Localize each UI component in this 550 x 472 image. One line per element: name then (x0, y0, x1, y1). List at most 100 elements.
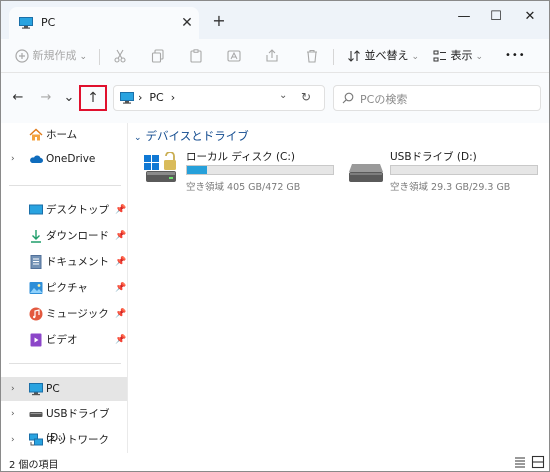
sort-icon (348, 50, 360, 62)
chevron-down-icon: ⌄ (134, 133, 142, 143)
view-button[interactable]: 表示 ⌄ (433, 45, 483, 67)
view-icon (433, 50, 446, 62)
sidebar-item-label: ホーム (46, 129, 78, 141)
sidebar-item-label: ドキュメント (46, 256, 109, 268)
item-count: 2 個の項目 (9, 460, 59, 471)
chevron-down-icon: ⌄ (411, 52, 420, 62)
search-input[interactable]: PCの検索 (360, 91, 407, 107)
back-button[interactable]: ← (8, 88, 28, 108)
drive-usage-bar (390, 165, 538, 175)
address-bar[interactable]: › PC › ⌄ (113, 85, 325, 111)
forward-button[interactable]: → (36, 88, 56, 108)
sidebar-item-documents[interactable]: ドキュメント 📌 (1, 250, 127, 274)
sidebar-item-usb-drive[interactable]: › USBドライブ (D:) (1, 402, 127, 444)
group-title: デバイスとドライブ (145, 129, 249, 143)
breadcrumb-pc[interactable]: PC (149, 91, 163, 104)
pin-icon[interactable]: 📌 (115, 328, 126, 352)
drive-usage-fill (187, 166, 208, 174)
plus-circle-icon (15, 49, 29, 63)
pin-icon[interactable]: 📌 (115, 250, 126, 274)
expand-chevron-icon[interactable]: › (11, 377, 15, 401)
delete-icon[interactable] (305, 49, 319, 63)
content-area: ⌄ デバイスとドライブ ローカル ディスク (C:) 空き領域 405 GB/47… (128, 123, 549, 453)
sort-button[interactable]: 並べ替え ⌄ (347, 45, 419, 67)
videos-icon (30, 333, 42, 347)
view-button-label: 表示 (450, 49, 473, 62)
expand-chevron-icon[interactable]: › (11, 402, 15, 426)
sidebar-item-home[interactable]: ホーム (1, 123, 127, 147)
pin-icon[interactable]: 📌 (115, 302, 126, 326)
more-options-button[interactable]: ••• (505, 45, 526, 67)
new-button[interactable]: 新規作成 ⌄ (15, 45, 87, 67)
expand-chevron-icon[interactable]: › (11, 428, 15, 452)
new-button-label: 新規作成 (32, 49, 77, 62)
refresh-button[interactable]: ↻ (301, 90, 311, 104)
divider (333, 49, 334, 65)
address-dropdown-icon[interactable]: ⌄ (279, 90, 287, 101)
search-icon (342, 92, 354, 104)
command-bar: 新規作成 ⌄ 並べ替え ⌄ 表示 ⌄ ••• (1, 39, 549, 73)
new-tab-button[interactable]: + (209, 11, 229, 31)
sidebar-item-label: OneDrive (46, 153, 96, 165)
network-icon (29, 433, 43, 446)
pin-icon[interactable]: 📌 (115, 198, 126, 222)
music-icon (29, 307, 43, 321)
drive-item-d[interactable]: USBドライブ (D:) 空き領域 29.3 GB/29.3 GB (348, 149, 548, 195)
sidebar-item-label: PC (46, 383, 60, 395)
copy-icon[interactable] (151, 49, 165, 63)
local-disk-icon (144, 152, 176, 182)
chevron-down-icon: ⌄ (79, 52, 88, 62)
sidebar-item-network[interactable]: › ネットワーク (1, 428, 127, 452)
recent-locations-button[interactable]: ⌄ (59, 88, 79, 108)
sidebar-divider (9, 363, 121, 364)
pc-icon (29, 383, 43, 396)
sidebar-item-downloads[interactable]: ダウンロード 📌 (1, 224, 127, 248)
drive-item-c[interactable]: ローカル ディスク (C:) 空き領域 405 GB/472 GB (144, 149, 344, 195)
status-bar: 2 個の項目 (1, 453, 549, 471)
sidebar-item-pictures[interactable]: ピクチャ 📌 (1, 276, 127, 300)
home-icon (29, 128, 43, 141)
search-box[interactable]: PCの検索 (333, 85, 541, 111)
breadcrumb-separator[interactable]: › (171, 91, 175, 104)
tab-close-icon[interactable]: ✕ (177, 13, 197, 33)
paste-icon[interactable] (189, 49, 203, 63)
navigation-bar: ← → ⌄ ↑ › PC › ⌄ ↻ PCの検索 (1, 73, 549, 123)
title-bar: PC ✕ + — ☐ ✕ (1, 1, 549, 39)
pin-icon[interactable]: 📌 (115, 276, 126, 300)
pc-icon (120, 92, 134, 104)
minimize-button[interactable]: — (449, 5, 479, 29)
sidebar-divider (9, 185, 121, 186)
desktop-icon (29, 204, 43, 215)
pin-icon[interactable]: 📌 (115, 224, 126, 248)
details-view-icon[interactable] (513, 455, 527, 469)
drive-free-space: 空き領域 29.3 GB/29.3 GB (390, 182, 511, 193)
sidebar-item-pc[interactable]: › PC (1, 377, 127, 401)
sidebar-item-desktop[interactable]: デスクトップ 📌 (1, 198, 127, 222)
navigation-pane: ホーム › OneDrive デスクトップ 📌 ダウンロード 📌 ドキュメント … (1, 123, 128, 453)
sidebar-item-label: ミュージック (46, 308, 109, 320)
sidebar-item-onedrive[interactable]: › OneDrive (1, 147, 127, 171)
tab-title: PC (41, 16, 56, 29)
cut-icon[interactable] (113, 49, 127, 63)
usb-drive-icon (349, 164, 383, 182)
documents-icon (30, 255, 42, 269)
up-button[interactable]: ↑ (79, 85, 107, 111)
tiles-view-icon[interactable] (531, 455, 545, 469)
drive-free-space: 空き領域 405 GB/472 GB (186, 182, 301, 193)
sidebar-item-music[interactable]: ミュージック 📌 (1, 302, 127, 326)
pictures-icon (29, 282, 43, 294)
close-button[interactable]: ✕ (515, 5, 545, 29)
onedrive-icon (30, 155, 43, 163)
sidebar-item-videos[interactable]: ビデオ 📌 (1, 328, 127, 352)
share-icon[interactable] (265, 49, 279, 63)
expand-chevron-icon[interactable]: › (11, 147, 15, 171)
breadcrumb-separator[interactable]: › (138, 91, 142, 104)
download-icon (31, 230, 41, 243)
rename-icon[interactable] (227, 49, 241, 63)
tab-pc[interactable]: PC ✕ (9, 7, 199, 39)
sidebar-item-label: ビデオ (46, 334, 78, 346)
group-header-devices[interactable]: ⌄ デバイスとドライブ (134, 128, 249, 144)
breadcrumb: › PC › (138, 91, 175, 104)
chevron-down-icon: ⌄ (475, 52, 484, 62)
maximize-button[interactable]: ☐ (481, 5, 511, 29)
